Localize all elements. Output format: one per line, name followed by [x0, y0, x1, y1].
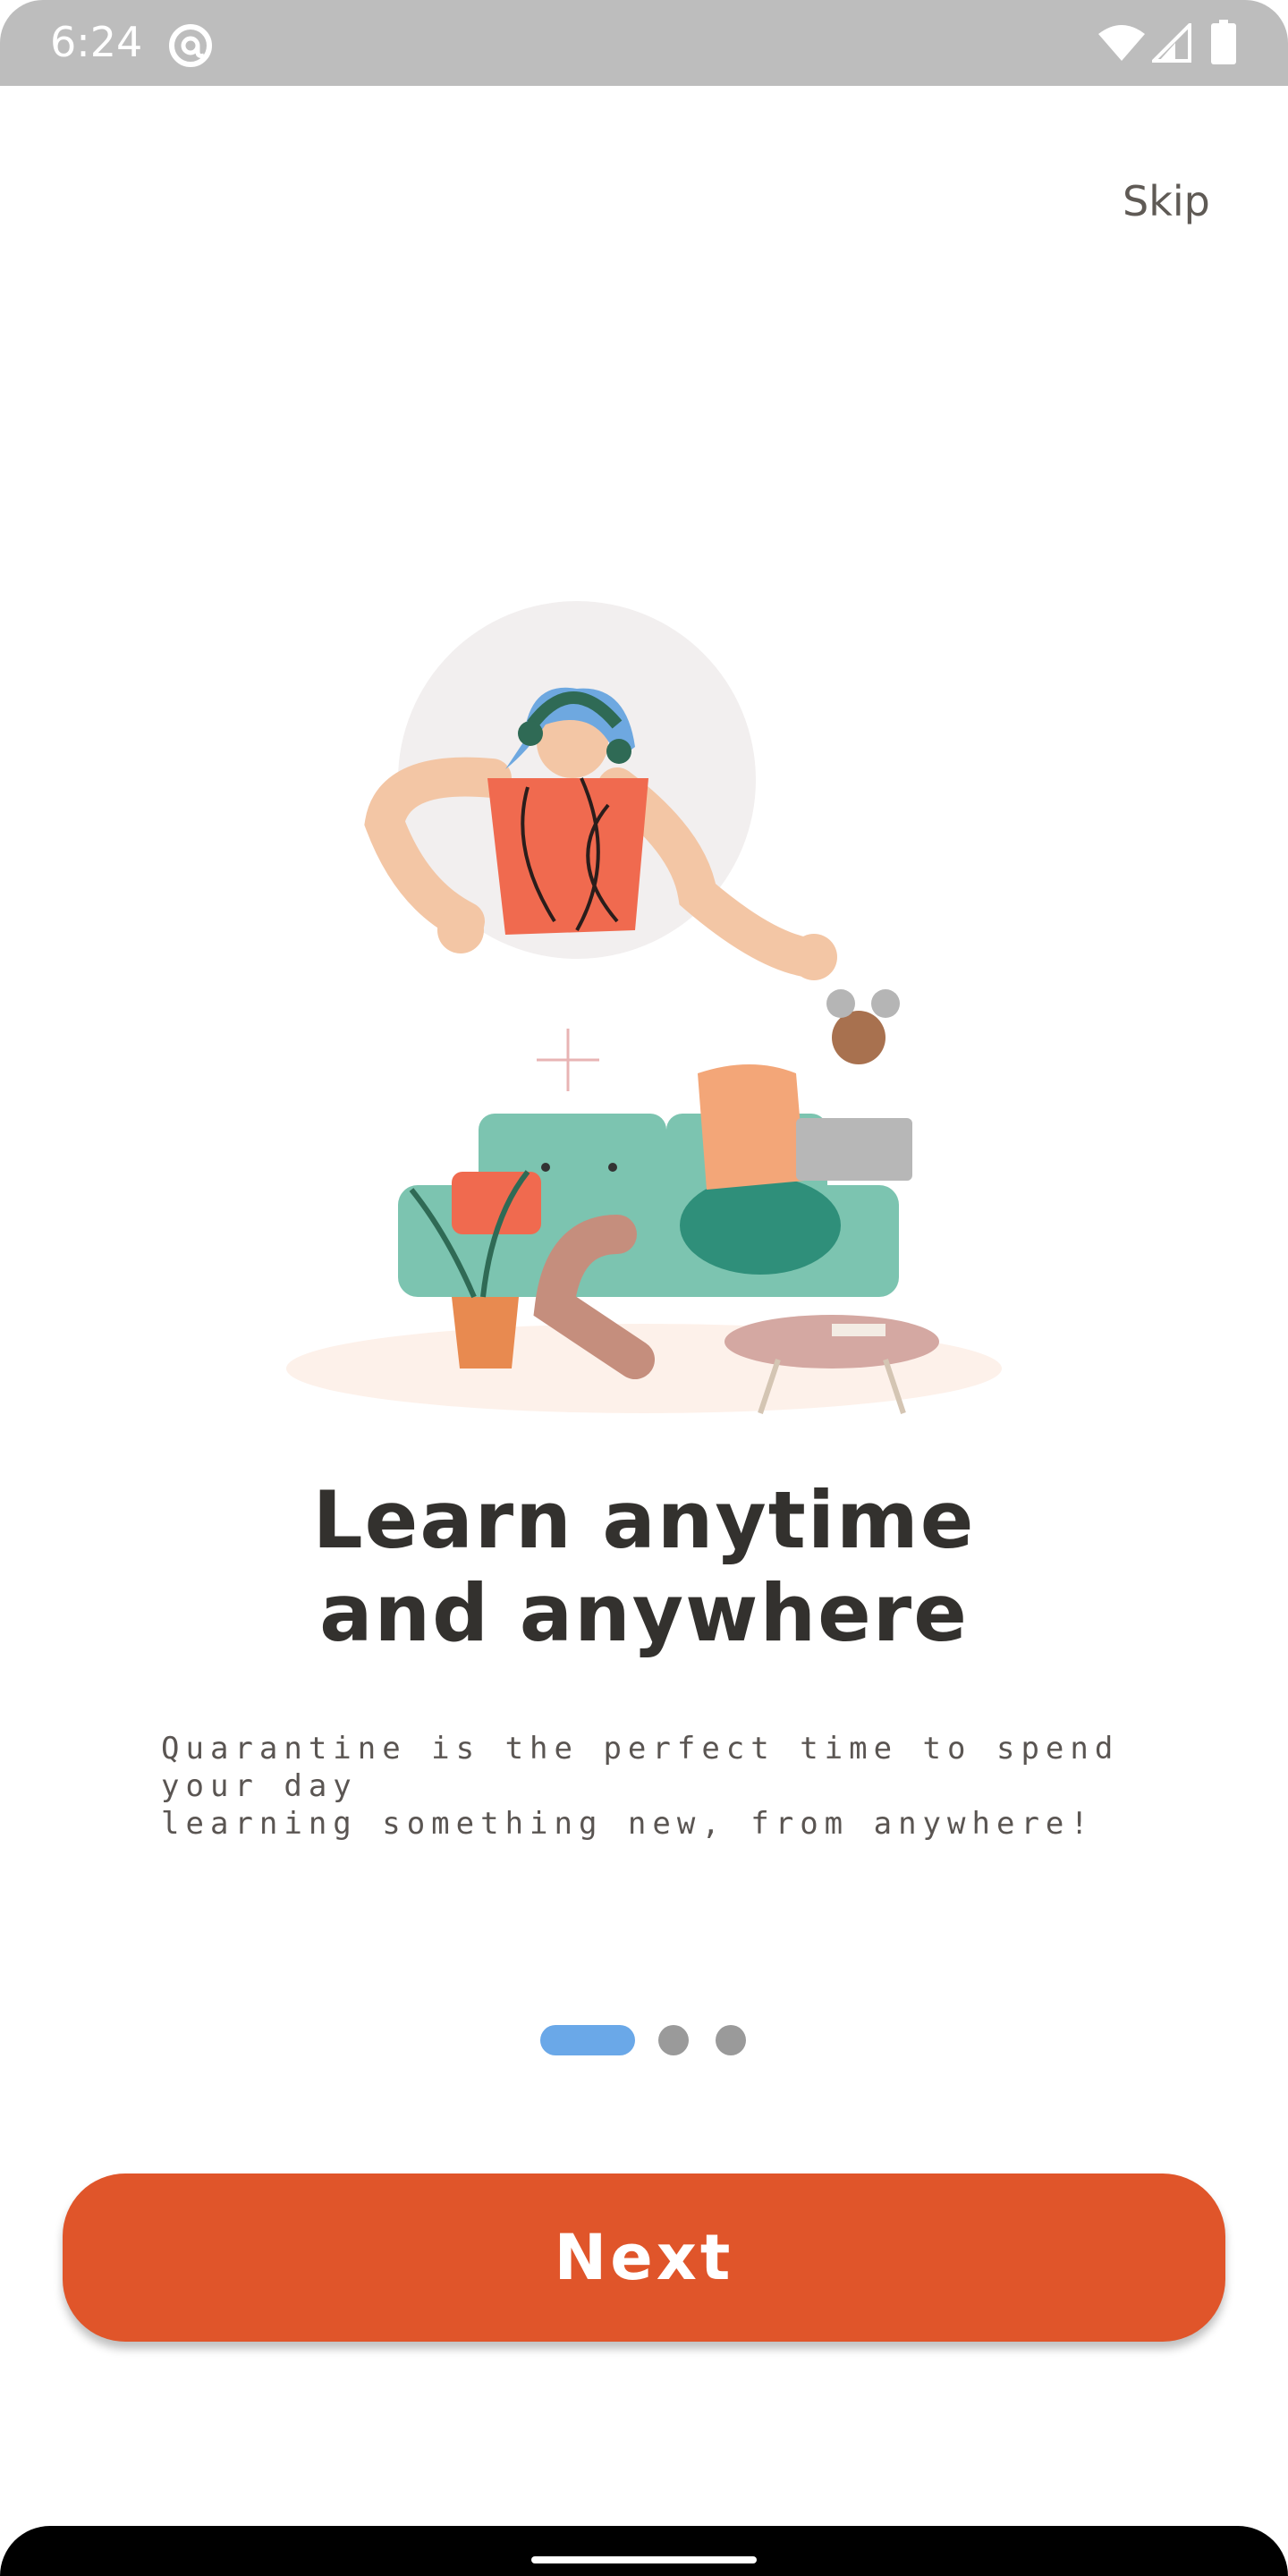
signal-icon [1149, 21, 1191, 67]
wifi-icon [1097, 23, 1147, 67]
page-indicator-dot-2[interactable] [658, 2025, 689, 2055]
subtitle-line-1: Quarantine is the perfect time to spend … [161, 1731, 1120, 1804]
system-nav-bar [0, 2526, 1288, 2576]
at-sign-icon [166, 21, 215, 74]
next-button-label: Next [554, 2221, 734, 2294]
home-gesture-handle[interactable] [531, 2556, 757, 2563]
subtitle-line-2: learning something new, from anywhere! [161, 1806, 1095, 1842]
page-indicator-dot-active[interactable] [540, 2025, 635, 2055]
onboarding-subtitle: Quarantine is the perfect time to spend … [161, 1730, 1145, 1843]
next-button[interactable]: Next [63, 2174, 1225, 2342]
title-line-1: Learn anytime [312, 1474, 976, 1566]
page-indicator-dot-3[interactable] [716, 2025, 746, 2055]
onboarding-illustration [259, 590, 1029, 1422]
onboarding-title: Learn anytime and anywhere [0, 1474, 1288, 1660]
battery-icon [1211, 20, 1236, 69]
skip-button[interactable]: Skip [1123, 177, 1210, 225]
title-line-2: and anywhere [319, 1567, 969, 1659]
status-time: 6:24 [50, 18, 143, 66]
